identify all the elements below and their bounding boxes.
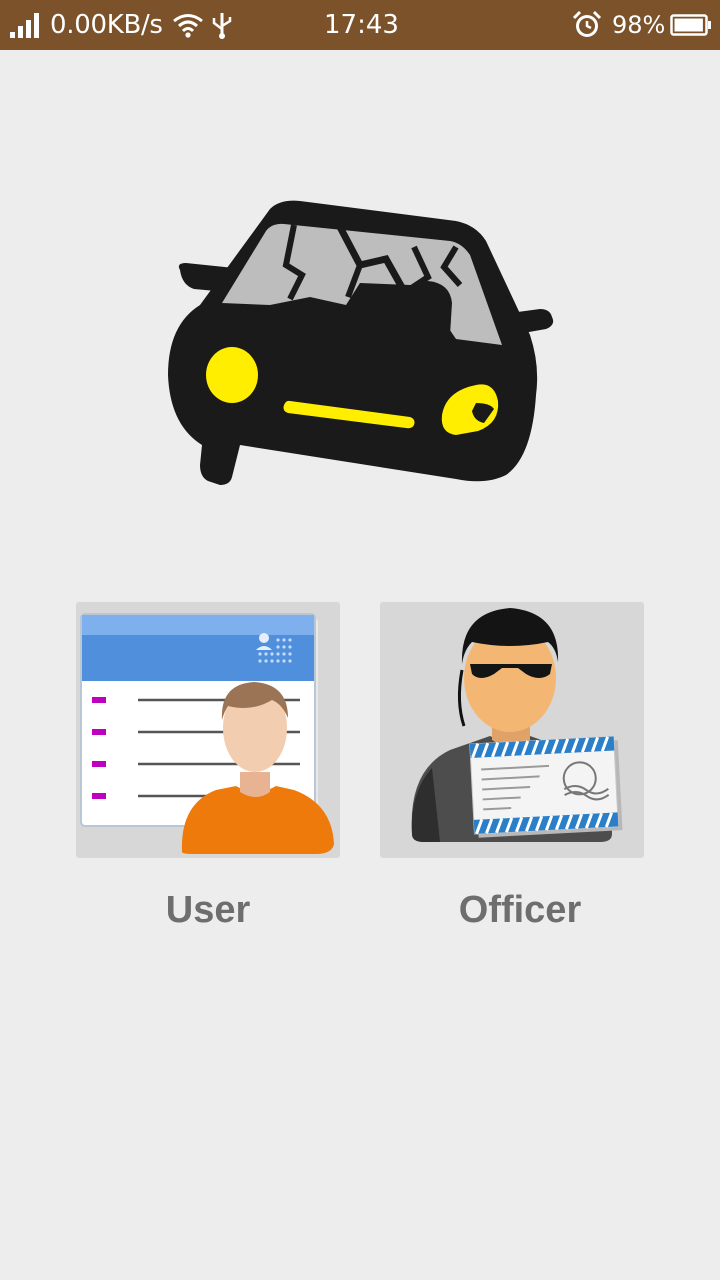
status-clock: 17:43: [324, 10, 399, 40]
battery-percent: 98%: [612, 11, 666, 39]
battery-fill: [674, 18, 703, 32]
wifi-icon: [172, 0, 204, 50]
signal-icon: [10, 0, 44, 50]
status-bar: 0.00KB/s 17:43 98%: [0, 0, 720, 50]
crashed-car-logo: [160, 195, 560, 490]
user-contact-card-icon: [80, 613, 334, 854]
officer-badge-icon: [411, 608, 623, 842]
battery-icon: [670, 0, 712, 50]
officer-label[interactable]: Officer: [388, 882, 652, 938]
alarm-icon: [572, 0, 602, 50]
user-label[interactable]: User: [76, 882, 340, 938]
network-speed: 0.00KB/s: [50, 10, 163, 40]
user-role-button[interactable]: [76, 602, 340, 858]
officer-role-button[interactable]: [380, 602, 644, 858]
usb-icon: [210, 0, 234, 50]
